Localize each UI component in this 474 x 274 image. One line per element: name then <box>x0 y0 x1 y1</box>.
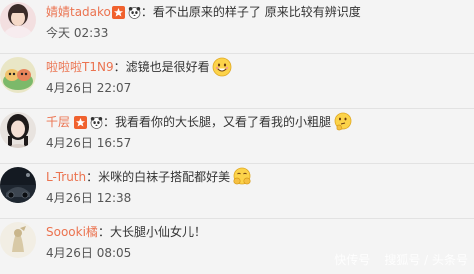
timestamp: 4月26日 08:05 <box>46 246 132 260</box>
username[interactable]: 婧婧tadako <box>46 4 111 20</box>
username[interactable]: Soooki橘 <box>46 224 98 240</box>
comment-item: 婧婧tadako ： 看不出原来的样子了 原来比较有辨识度 今天 02:33 <box>0 0 474 54</box>
covering-face-emoji-icon <box>232 167 252 187</box>
avatar[interactable] <box>0 57 36 93</box>
divider <box>0 53 474 54</box>
divider <box>0 218 474 219</box>
timestamp: 4月26日 22:07 <box>46 81 132 95</box>
username[interactable]: 千层 <box>46 114 70 130</box>
comment-item: L-Truth ： 米咪的白袜子搭配都好美 4月26日 12:38 <box>0 165 474 219</box>
comment-text: 滤镜也是很好看 <box>125 60 210 74</box>
divider <box>0 108 474 109</box>
panda-badge-icon <box>128 6 141 19</box>
watermark-right: 搜狐号 / 头条号 <box>384 253 468 267</box>
separator: ： <box>97 225 110 239</box>
avatar[interactable] <box>0 2 36 38</box>
comment-text: 大长腿小仙女儿！ <box>109 225 206 239</box>
star-badge-icon <box>111 5 125 19</box>
comment-list: 婧婧tadako ： 看不出原来的样子了 原来比较有辨识度 今天 02:33 啦… <box>0 0 474 272</box>
smile-emoji-icon <box>212 57 232 77</box>
avatar[interactable] <box>0 167 36 203</box>
watermark: 快传号 搜狐号 / 头条号 <box>334 251 468 268</box>
timestamp: 今天 02:33 <box>46 26 109 40</box>
panda-badge-icon <box>90 116 103 129</box>
divider <box>0 163 474 164</box>
comment-text: 米咪的白袜子搭配都好美 <box>98 170 231 184</box>
watermark-left: 快传号 <box>334 253 371 267</box>
username[interactable]: L-Truth <box>46 169 86 185</box>
avatar[interactable] <box>0 112 36 148</box>
star-badge-icon <box>74 115 88 129</box>
timestamp: 4月26日 16:57 <box>46 136 132 150</box>
separator: ： <box>113 60 126 74</box>
comment-item: 千层 ： 我看看你的大长腿，又看了看我的小粗腿 4月26日 16:57 <box>0 110 474 164</box>
comment-text: 看不出原来的样子了 原来比较有辨识度 <box>152 5 361 19</box>
separator: ： <box>86 170 99 184</box>
timestamp: 4月26日 12:38 <box>46 191 132 205</box>
separator: ： <box>140 5 153 19</box>
comment-text: 我看看你的大长腿，又看了看我的小粗腿 <box>115 115 332 129</box>
avatar[interactable] <box>0 222 36 258</box>
thinking-emoji-icon <box>333 112 353 132</box>
username[interactable]: 啦啦啦T1N9 <box>46 59 114 75</box>
comment-item: 啦啦啦T1N9 ： 滤镜也是很好看 4月26日 22:07 <box>0 55 474 109</box>
separator: ： <box>103 115 116 129</box>
